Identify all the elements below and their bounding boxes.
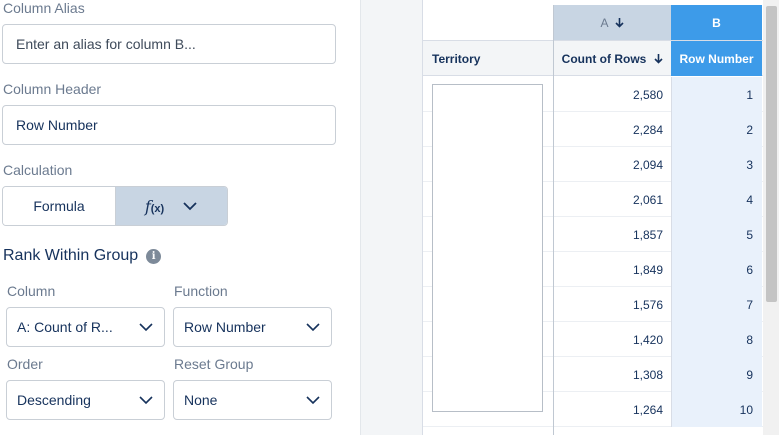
arrow-down-icon	[614, 18, 624, 28]
row-number-cell: 6	[671, 252, 762, 287]
reset-group-value: None	[184, 392, 218, 408]
row-number-cell: 2	[671, 112, 762, 147]
column-header-value: Row Number	[16, 117, 98, 133]
column-alias-input[interactable]: Enter an alias for column B...	[2, 24, 336, 64]
row-number-cell: 4	[671, 182, 762, 217]
territory-redacted-box	[432, 84, 543, 412]
reset-group-label: Reset Group	[174, 356, 254, 372]
rank-within-group-title: Rank Within Group i	[3, 247, 162, 265]
formula-button[interactable]: Formula	[3, 187, 116, 225]
function-dropdown-button[interactable]: f(x)	[116, 187, 227, 225]
reset-group-select[interactable]: None	[173, 380, 332, 420]
column-b-header[interactable]: B	[671, 5, 762, 40]
info-icon[interactable]: i	[146, 248, 162, 264]
calculation-toggle: Formula f(x)	[2, 186, 228, 226]
rank-function-label: Function	[174, 283, 228, 299]
panel-divider	[360, 0, 422, 435]
count-cell: 1,308	[553, 357, 671, 392]
rank-column-value: A: Count of R...	[17, 319, 113, 335]
arrow-down-icon	[654, 54, 663, 64]
corner-cell	[423, 5, 553, 40]
order-select[interactable]: Descending	[6, 380, 165, 420]
calculation-label: Calculation	[3, 162, 73, 178]
count-cell: 1,264	[553, 392, 671, 427]
count-cell: 2,580	[553, 77, 671, 112]
row-number-cell: 3	[671, 147, 762, 182]
chevron-down-icon	[306, 323, 320, 332]
column-divider	[553, 5, 554, 435]
count-cell: 2,061	[553, 182, 671, 217]
row-number-cell: 10	[671, 392, 762, 427]
rank-column-select[interactable]: A: Count of R...	[6, 307, 165, 347]
count-cell: 2,094	[553, 147, 671, 182]
row-number-header[interactable]: Row Number	[671, 41, 762, 76]
count-cell: 1,857	[553, 217, 671, 252]
config-panel: Column Alias Enter an alias for column B…	[0, 0, 360, 435]
chevron-down-icon	[306, 396, 320, 405]
column-header-input[interactable]: Row Number	[2, 105, 336, 145]
count-cell: 1,576	[553, 287, 671, 322]
chevron-down-icon	[139, 323, 153, 332]
column-b-letter: B	[712, 15, 721, 30]
count-cell: 1,420	[553, 322, 671, 357]
vertical-scrollbar[interactable]	[763, 0, 779, 435]
column-a-letter: A	[600, 15, 609, 30]
column-header-label: Column Header	[3, 81, 102, 97]
count-of-rows-header[interactable]: Count of Rows	[553, 41, 671, 76]
column-alias-placeholder: Enter an alias for column B...	[16, 36, 196, 52]
scrollbar-thumb[interactable]	[766, 6, 777, 302]
data-grid: A B Territory Count of Rows Row Number 2…	[422, 0, 764, 435]
order-label: Order	[7, 356, 43, 372]
row-number-cell: 7	[671, 287, 762, 322]
count-cell: 2,284	[553, 112, 671, 147]
row-number-cell: 9	[671, 357, 762, 392]
row-number-cell: 1	[671, 77, 762, 112]
rank-function-value: Row Number	[184, 319, 266, 335]
field-header-row: Territory Count of Rows Row Number	[423, 40, 764, 76]
formula-button-label: Formula	[33, 198, 85, 214]
count-cell: 1,849	[553, 252, 671, 287]
chevron-down-icon	[139, 396, 153, 405]
column-a-header[interactable]: A	[553, 5, 671, 40]
order-value: Descending	[17, 392, 91, 408]
rank-function-select[interactable]: Row Number	[173, 307, 332, 347]
row-number-cell: 8	[671, 322, 762, 357]
function-icon: f(x)	[144, 196, 165, 216]
rank-column-label: Column	[7, 283, 56, 299]
column-letter-row: A B	[423, 5, 764, 40]
column-alias-label: Column Alias	[3, 0, 85, 16]
territory-header[interactable]: Territory	[423, 41, 553, 76]
row-number-cell: 5	[671, 217, 762, 252]
chevron-down-icon	[183, 202, 197, 211]
